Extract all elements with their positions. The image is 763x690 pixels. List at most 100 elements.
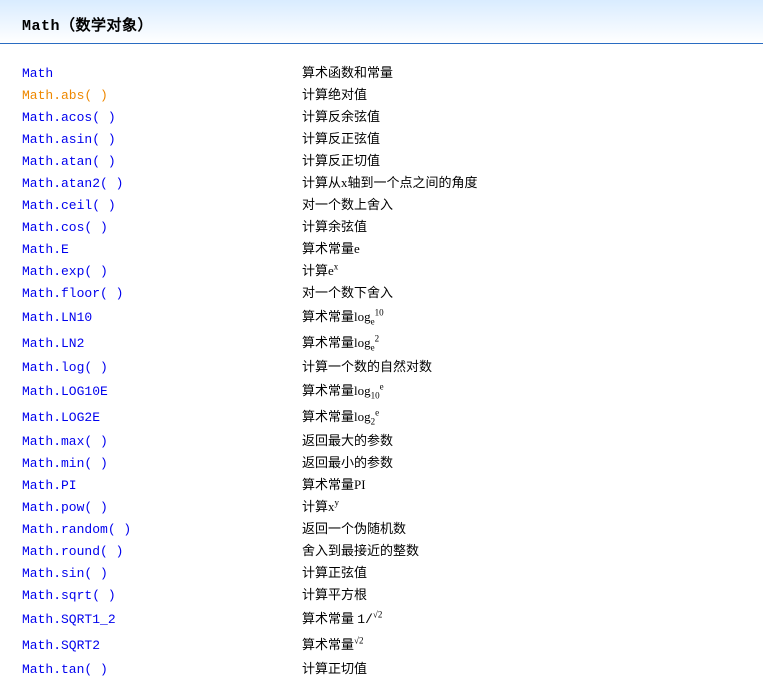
method-name-cell: Math.LN2	[22, 331, 302, 356]
method-row: Math.LN2 算术常量loge2	[22, 330, 763, 356]
method-link[interactable]: Math.atan2( )	[22, 176, 123, 191]
method-link[interactable]: Math.LN2	[22, 336, 84, 351]
method-row: Math.min( ) 返回最小的参数	[22, 452, 763, 474]
method-name-cell: Math.log( )	[22, 357, 302, 378]
method-desc: 算术常量 1/√2	[302, 606, 382, 632]
method-desc: 舍入到最接近的整数	[302, 540, 419, 561]
method-desc: 计算反正切值	[302, 150, 380, 171]
method-desc: 算术常量√2	[302, 632, 363, 657]
method-row: Math.log( ) 计算一个数的自然对数	[22, 356, 763, 378]
method-desc: 计算反正弦值	[302, 128, 380, 149]
page-header: Math（数学对象）	[0, 0, 763, 44]
method-desc: 计算从x轴到一个点之间的角度	[302, 172, 478, 193]
method-row: Math.E 算术常量e	[22, 238, 763, 260]
method-row: Math.round( ) 舍入到最接近的整数	[22, 540, 763, 562]
method-link[interactable]: Math.max( )	[22, 434, 108, 449]
method-name-cell: Math.tan( )	[22, 659, 302, 680]
method-link[interactable]: Math.SQRT2	[22, 638, 100, 653]
method-link[interactable]: Math.abs( )	[22, 88, 108, 103]
method-desc: 计算绝对值	[302, 84, 367, 105]
method-row: Math.SQRT1_2 算术常量 1/√2	[22, 606, 763, 632]
method-desc: 算术常量PI	[302, 474, 366, 495]
method-name-cell: Math.SQRT2	[22, 633, 302, 658]
method-name-cell: Math.exp( )	[22, 261, 302, 282]
method-row: Math.max( )返回最大的参数	[22, 430, 763, 452]
method-row: Math.atan2( ) 计算从x轴到一个点之间的角度	[22, 172, 763, 194]
method-row: Math.abs( ) 计算绝对值	[22, 84, 763, 106]
method-row: Math.asin( ) 计算反正弦值	[22, 128, 763, 150]
method-link[interactable]: Math.log( )	[22, 360, 108, 375]
method-name-cell: Math.abs( )	[22, 85, 302, 106]
method-name-cell: Math.pow( )	[22, 497, 302, 518]
method-desc: 算术常量log10e	[302, 378, 384, 403]
method-link[interactable]: Math.pow( )	[22, 500, 108, 515]
method-link[interactable]: Math.ceil( )	[22, 198, 116, 213]
method-name-cell: Math.max( )	[22, 431, 302, 452]
method-link[interactable]: Math.min( )	[22, 456, 108, 471]
method-desc: 计算xy	[302, 496, 339, 517]
method-row: Math.pow( ) 计算xy	[22, 496, 763, 518]
method-desc: 对一个数下舍入	[302, 282, 393, 303]
method-link[interactable]: Math.sin( )	[22, 566, 108, 581]
method-link[interactable]: Math	[22, 66, 53, 81]
method-name-cell: Math.cos( )	[22, 217, 302, 238]
page-title: Math（数学对象）	[22, 14, 763, 35]
method-name-cell: Math.LN10	[22, 305, 302, 330]
method-link[interactable]: Math.PI	[22, 478, 77, 493]
method-desc: 计算正弦值	[302, 562, 367, 583]
method-link[interactable]: Math.floor( )	[22, 286, 123, 301]
method-link[interactable]: Math.acos( )	[22, 110, 116, 125]
method-name-cell: Math	[22, 63, 302, 84]
method-link[interactable]: Math.exp( )	[22, 264, 108, 279]
method-row: Math.random( )返回一个伪随机数	[22, 518, 763, 540]
method-name-cell: Math.floor( )	[22, 283, 302, 304]
method-name-cell: Math.LOG2E	[22, 405, 302, 430]
method-desc: 计算一个数的自然对数	[302, 356, 432, 377]
method-name-cell: Math.sin( )	[22, 563, 302, 584]
method-desc: 返回最小的参数	[302, 452, 393, 473]
method-link[interactable]: Math.LOG10E	[22, 384, 108, 399]
method-name-cell: Math.min( )	[22, 453, 302, 474]
method-link[interactable]: Math.random( )	[22, 522, 131, 537]
method-desc: 计算正切值	[302, 658, 367, 679]
method-row: Math.SQRT2 算术常量√2	[22, 632, 763, 658]
method-link[interactable]: Math.SQRT1_2	[22, 612, 116, 627]
method-link[interactable]: Math.tan( )	[22, 662, 108, 677]
method-name-cell: Math.sqrt( )	[22, 585, 302, 606]
method-link[interactable]: Math.cos( )	[22, 220, 108, 235]
method-desc: 算术常量loge10	[302, 304, 384, 329]
method-name-cell: Math.asin( )	[22, 129, 302, 150]
method-desc: 对一个数上舍入	[302, 194, 393, 215]
method-name-cell: Math.ceil( )	[22, 195, 302, 216]
method-row: Math.floor( ) 对一个数下舍入	[22, 282, 763, 304]
method-desc: 算术常量log2e	[302, 404, 379, 429]
method-desc: 算术常量loge2	[302, 330, 379, 355]
method-row: Math.LN10 算术常量loge10	[22, 304, 763, 330]
method-row: Math.sqrt( )计算平方根	[22, 584, 763, 606]
method-desc: 算术常量e	[302, 238, 360, 259]
method-link[interactable]: Math.sqrt( )	[22, 588, 116, 603]
method-name-cell: Math.round( )	[22, 541, 302, 562]
method-link[interactable]: Math.asin( )	[22, 132, 116, 147]
method-name-cell: Math.SQRT1_2	[22, 607, 302, 632]
method-desc: 计算余弦值	[302, 216, 367, 237]
method-list: Math算术函数和常量Math.abs( )计算绝对值Math.acos( )计…	[0, 44, 763, 690]
method-row: Math.atan( ) 计算反正切值	[22, 150, 763, 172]
method-row: Math.cos( ) 计算余弦值	[22, 216, 763, 238]
method-row: Math.LOG10E 算术常量log10e	[22, 378, 763, 404]
method-name-cell: Math.random( )	[22, 519, 302, 540]
method-name-cell: Math.atan( )	[22, 151, 302, 172]
method-link[interactable]: Math.E	[22, 242, 69, 257]
method-link[interactable]: Math.round( )	[22, 544, 123, 559]
method-name-cell: Math.acos( )	[22, 107, 302, 128]
method-name-cell: Math.atan2( )	[22, 173, 302, 194]
method-row: Math.acos( )计算反余弦值	[22, 106, 763, 128]
method-row: Math.tan( ) 计算正切值	[22, 658, 763, 680]
method-link[interactable]: Math.atan( )	[22, 154, 116, 169]
method-desc: 算术函数和常量	[302, 62, 393, 83]
method-link[interactable]: Math.LN10	[22, 310, 92, 325]
method-name-cell: Math.E	[22, 239, 302, 260]
method-row: Math.exp( )计算ex	[22, 260, 763, 282]
method-link[interactable]: Math.LOG2E	[22, 410, 100, 425]
method-name-cell: Math.PI	[22, 475, 302, 496]
